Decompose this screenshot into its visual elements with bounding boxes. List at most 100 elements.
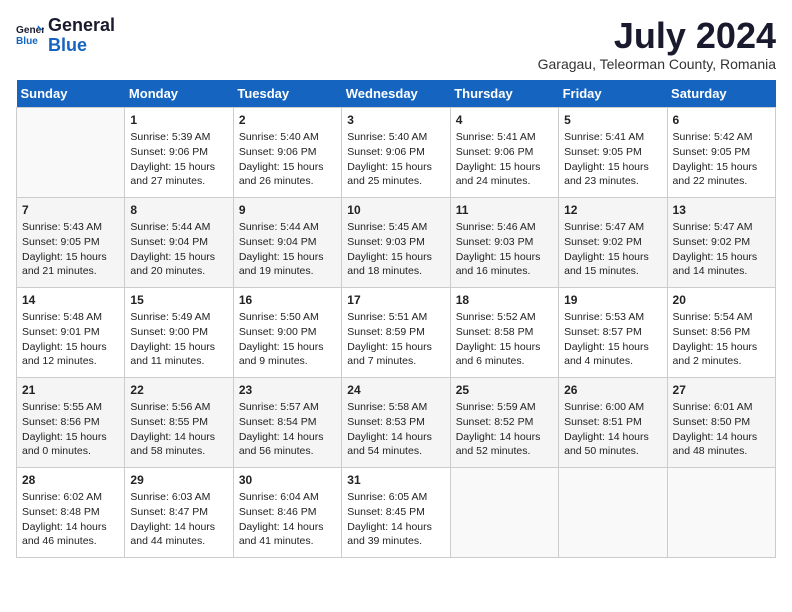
day-number: 24 bbox=[347, 382, 444, 399]
day-number: 28 bbox=[22, 472, 119, 489]
calendar-cell: 22Sunrise: 5:56 AM Sunset: 8:55 PM Dayli… bbox=[125, 377, 233, 467]
calendar-cell: 30Sunrise: 6:04 AM Sunset: 8:46 PM Dayli… bbox=[233, 467, 341, 557]
weekday-header-sunday: Sunday bbox=[17, 80, 125, 108]
calendar-cell: 31Sunrise: 6:05 AM Sunset: 8:45 PM Dayli… bbox=[342, 467, 450, 557]
day-number: 17 bbox=[347, 292, 444, 309]
day-number: 25 bbox=[456, 382, 553, 399]
calendar-week-row: 14Sunrise: 5:48 AM Sunset: 9:01 PM Dayli… bbox=[17, 287, 776, 377]
day-number: 22 bbox=[130, 382, 227, 399]
cell-info: Sunrise: 5:40 AM Sunset: 9:06 PM Dayligh… bbox=[347, 130, 444, 189]
cell-info: Sunrise: 6:05 AM Sunset: 8:45 PM Dayligh… bbox=[347, 490, 444, 549]
cell-info: Sunrise: 5:59 AM Sunset: 8:52 PM Dayligh… bbox=[456, 400, 553, 459]
title-block: July 2024 Garagau, Teleorman County, Rom… bbox=[538, 16, 776, 72]
day-number: 15 bbox=[130, 292, 227, 309]
day-number: 4 bbox=[456, 112, 553, 129]
calendar-cell: 6Sunrise: 5:42 AM Sunset: 9:05 PM Daylig… bbox=[667, 107, 775, 197]
calendar-cell: 25Sunrise: 5:59 AM Sunset: 8:52 PM Dayli… bbox=[450, 377, 558, 467]
calendar-cell: 7Sunrise: 5:43 AM Sunset: 9:05 PM Daylig… bbox=[17, 197, 125, 287]
cell-info: Sunrise: 5:41 AM Sunset: 9:06 PM Dayligh… bbox=[456, 130, 553, 189]
calendar-cell: 5Sunrise: 5:41 AM Sunset: 9:05 PM Daylig… bbox=[559, 107, 667, 197]
cell-info: Sunrise: 5:41 AM Sunset: 9:05 PM Dayligh… bbox=[564, 130, 661, 189]
calendar-cell: 12Sunrise: 5:47 AM Sunset: 9:02 PM Dayli… bbox=[559, 197, 667, 287]
day-number: 30 bbox=[239, 472, 336, 489]
weekday-header-wednesday: Wednesday bbox=[342, 80, 450, 108]
day-number: 29 bbox=[130, 472, 227, 489]
weekday-header-saturday: Saturday bbox=[667, 80, 775, 108]
cell-info: Sunrise: 6:01 AM Sunset: 8:50 PM Dayligh… bbox=[673, 400, 770, 459]
day-number: 11 bbox=[456, 202, 553, 219]
calendar-cell: 14Sunrise: 5:48 AM Sunset: 9:01 PM Dayli… bbox=[17, 287, 125, 377]
calendar-cell: 23Sunrise: 5:57 AM Sunset: 8:54 PM Dayli… bbox=[233, 377, 341, 467]
calendar-cell: 29Sunrise: 6:03 AM Sunset: 8:47 PM Dayli… bbox=[125, 467, 233, 557]
cell-info: Sunrise: 5:44 AM Sunset: 9:04 PM Dayligh… bbox=[130, 220, 227, 279]
cell-info: Sunrise: 5:46 AM Sunset: 9:03 PM Dayligh… bbox=[456, 220, 553, 279]
svg-text:General: General bbox=[16, 25, 44, 36]
day-number: 9 bbox=[239, 202, 336, 219]
cell-info: Sunrise: 6:02 AM Sunset: 8:48 PM Dayligh… bbox=[22, 490, 119, 549]
day-number: 2 bbox=[239, 112, 336, 129]
cell-info: Sunrise: 5:48 AM Sunset: 9:01 PM Dayligh… bbox=[22, 310, 119, 369]
logo: General Blue General Blue bbox=[16, 16, 115, 56]
day-number: 26 bbox=[564, 382, 661, 399]
cell-info: Sunrise: 5:45 AM Sunset: 9:03 PM Dayligh… bbox=[347, 220, 444, 279]
calendar-week-row: 28Sunrise: 6:02 AM Sunset: 8:48 PM Dayli… bbox=[17, 467, 776, 557]
calendar-cell: 21Sunrise: 5:55 AM Sunset: 8:56 PM Dayli… bbox=[17, 377, 125, 467]
calendar-cell: 3Sunrise: 5:40 AM Sunset: 9:06 PM Daylig… bbox=[342, 107, 450, 197]
calendar-table: SundayMondayTuesdayWednesdayThursdayFrid… bbox=[16, 80, 776, 558]
cell-info: Sunrise: 5:42 AM Sunset: 9:05 PM Dayligh… bbox=[673, 130, 770, 189]
cell-info: Sunrise: 5:54 AM Sunset: 8:56 PM Dayligh… bbox=[673, 310, 770, 369]
logo-blue-text: Blue bbox=[48, 36, 115, 56]
cell-info: Sunrise: 5:39 AM Sunset: 9:06 PM Dayligh… bbox=[130, 130, 227, 189]
calendar-cell: 27Sunrise: 6:01 AM Sunset: 8:50 PM Dayli… bbox=[667, 377, 775, 467]
weekday-header-monday: Monday bbox=[125, 80, 233, 108]
cell-info: Sunrise: 5:51 AM Sunset: 8:59 PM Dayligh… bbox=[347, 310, 444, 369]
calendar-week-row: 21Sunrise: 5:55 AM Sunset: 8:56 PM Dayli… bbox=[17, 377, 776, 467]
cell-info: Sunrise: 5:58 AM Sunset: 8:53 PM Dayligh… bbox=[347, 400, 444, 459]
calendar-cell: 15Sunrise: 5:49 AM Sunset: 9:00 PM Dayli… bbox=[125, 287, 233, 377]
calendar-cell: 1Sunrise: 5:39 AM Sunset: 9:06 PM Daylig… bbox=[125, 107, 233, 197]
location-subtitle: Garagau, Teleorman County, Romania bbox=[538, 56, 776, 72]
calendar-cell: 2Sunrise: 5:40 AM Sunset: 9:06 PM Daylig… bbox=[233, 107, 341, 197]
day-number: 10 bbox=[347, 202, 444, 219]
day-number: 3 bbox=[347, 112, 444, 129]
weekday-header-row: SundayMondayTuesdayWednesdayThursdayFrid… bbox=[17, 80, 776, 108]
calendar-week-row: 7Sunrise: 5:43 AM Sunset: 9:05 PM Daylig… bbox=[17, 197, 776, 287]
weekday-header-tuesday: Tuesday bbox=[233, 80, 341, 108]
cell-info: Sunrise: 6:04 AM Sunset: 8:46 PM Dayligh… bbox=[239, 490, 336, 549]
cell-info: Sunrise: 5:44 AM Sunset: 9:04 PM Dayligh… bbox=[239, 220, 336, 279]
cell-info: Sunrise: 5:49 AM Sunset: 9:00 PM Dayligh… bbox=[130, 310, 227, 369]
calendar-cell: 8Sunrise: 5:44 AM Sunset: 9:04 PM Daylig… bbox=[125, 197, 233, 287]
calendar-cell: 18Sunrise: 5:52 AM Sunset: 8:58 PM Dayli… bbox=[450, 287, 558, 377]
cell-info: Sunrise: 5:57 AM Sunset: 8:54 PM Dayligh… bbox=[239, 400, 336, 459]
calendar-cell: 10Sunrise: 5:45 AM Sunset: 9:03 PM Dayli… bbox=[342, 197, 450, 287]
cell-info: Sunrise: 5:40 AM Sunset: 9:06 PM Dayligh… bbox=[239, 130, 336, 189]
calendar-cell: 28Sunrise: 6:02 AM Sunset: 8:48 PM Dayli… bbox=[17, 467, 125, 557]
day-number: 31 bbox=[347, 472, 444, 489]
calendar-cell bbox=[17, 107, 125, 197]
calendar-cell: 24Sunrise: 5:58 AM Sunset: 8:53 PM Dayli… bbox=[342, 377, 450, 467]
day-number: 27 bbox=[673, 382, 770, 399]
calendar-cell bbox=[450, 467, 558, 557]
logo-icon: General Blue bbox=[16, 22, 44, 50]
calendar-cell: 19Sunrise: 5:53 AM Sunset: 8:57 PM Dayli… bbox=[559, 287, 667, 377]
calendar-cell: 20Sunrise: 5:54 AM Sunset: 8:56 PM Dayli… bbox=[667, 287, 775, 377]
calendar-cell: 17Sunrise: 5:51 AM Sunset: 8:59 PM Dayli… bbox=[342, 287, 450, 377]
day-number: 13 bbox=[673, 202, 770, 219]
month-title: July 2024 bbox=[538, 16, 776, 56]
weekday-header-friday: Friday bbox=[559, 80, 667, 108]
day-number: 18 bbox=[456, 292, 553, 309]
svg-text:Blue: Blue bbox=[16, 36, 38, 47]
calendar-week-row: 1Sunrise: 5:39 AM Sunset: 9:06 PM Daylig… bbox=[17, 107, 776, 197]
cell-info: Sunrise: 5:53 AM Sunset: 8:57 PM Dayligh… bbox=[564, 310, 661, 369]
cell-info: Sunrise: 5:55 AM Sunset: 8:56 PM Dayligh… bbox=[22, 400, 119, 459]
calendar-cell: 26Sunrise: 6:00 AM Sunset: 8:51 PM Dayli… bbox=[559, 377, 667, 467]
logo-general-text: General bbox=[48, 16, 115, 36]
cell-info: Sunrise: 5:47 AM Sunset: 9:02 PM Dayligh… bbox=[673, 220, 770, 279]
cell-info: Sunrise: 5:56 AM Sunset: 8:55 PM Dayligh… bbox=[130, 400, 227, 459]
cell-info: Sunrise: 5:43 AM Sunset: 9:05 PM Dayligh… bbox=[22, 220, 119, 279]
day-number: 20 bbox=[673, 292, 770, 309]
cell-info: Sunrise: 6:03 AM Sunset: 8:47 PM Dayligh… bbox=[130, 490, 227, 549]
day-number: 1 bbox=[130, 112, 227, 129]
day-number: 16 bbox=[239, 292, 336, 309]
day-number: 6 bbox=[673, 112, 770, 129]
